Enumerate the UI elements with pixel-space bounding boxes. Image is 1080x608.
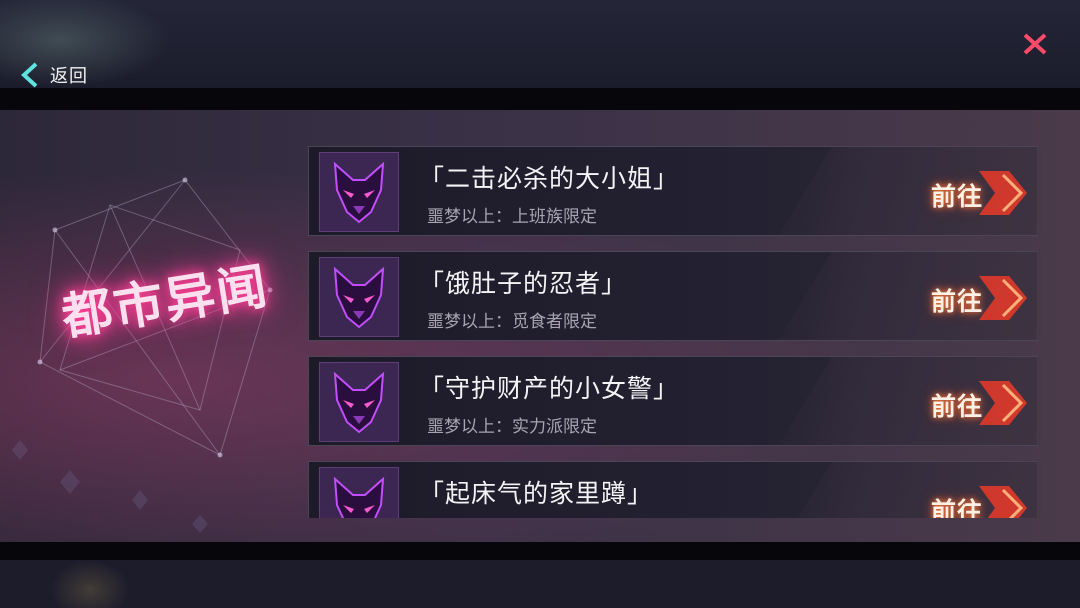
bottom-divider xyxy=(0,542,1080,560)
entry-list: 「二击必杀的大小姐」 噩梦以上：上班族限定 前往 「饿肚子的忍者」 噩梦以上：觅… xyxy=(300,140,1050,518)
entry-subtitle: 噩梦以上：上班族限定 xyxy=(427,207,597,227)
wolf-icon xyxy=(333,266,385,329)
bottom-bar xyxy=(0,560,1080,608)
go-button[interactable]: 前往 xyxy=(917,375,1027,431)
go-label: 前往 xyxy=(931,497,984,518)
close-icon xyxy=(1023,33,1047,55)
top-divider xyxy=(0,88,1080,110)
go-label: 前往 xyxy=(931,182,984,211)
go-button[interactable]: 前往 xyxy=(917,270,1027,326)
entry-subtitle: 噩梦以上：觅食者限定 xyxy=(427,312,597,332)
go-label: 前往 xyxy=(931,392,984,421)
go-button[interactable]: 前往 xyxy=(917,480,1027,518)
back-button[interactable]: 返回 xyxy=(18,60,88,90)
entry-title: 「饿肚子的忍者」 xyxy=(419,269,628,298)
close-button[interactable] xyxy=(1020,29,1050,59)
entry-card: 「起床气的家里蹲」 前往 xyxy=(308,461,1038,518)
entry-title: 「二击必杀的大小姐」 xyxy=(419,164,680,193)
entry-card: 「守护财产的小女警」 噩梦以上：实力派限定 前往 xyxy=(308,356,1038,446)
entry-subtitle: 噩梦以上：实力派限定 xyxy=(427,417,597,437)
entry-portrait xyxy=(319,257,399,337)
entry-title: 「守护财产的小女警」 xyxy=(419,374,680,403)
go-label: 前往 xyxy=(931,287,984,316)
entry-card: 「饿肚子的忍者」 噩梦以上：觅食者限定 前往 xyxy=(308,251,1038,341)
entry-title: 「起床气的家里蹲」 xyxy=(419,479,654,508)
wolf-icon xyxy=(333,476,385,518)
back-label: 返回 xyxy=(50,66,88,87)
entry-portrait xyxy=(319,362,399,442)
entry-card: 「二击必杀的大小姐」 噩梦以上：上班族限定 前往 xyxy=(308,146,1038,236)
entry-portrait xyxy=(319,152,399,232)
wolf-icon xyxy=(333,161,385,224)
bottom-emblem-deco xyxy=(50,560,130,608)
entry-portrait xyxy=(319,467,399,518)
go-button[interactable]: 前往 xyxy=(917,165,1027,221)
chevron-left-icon xyxy=(21,62,38,88)
wolf-icon xyxy=(333,371,385,434)
